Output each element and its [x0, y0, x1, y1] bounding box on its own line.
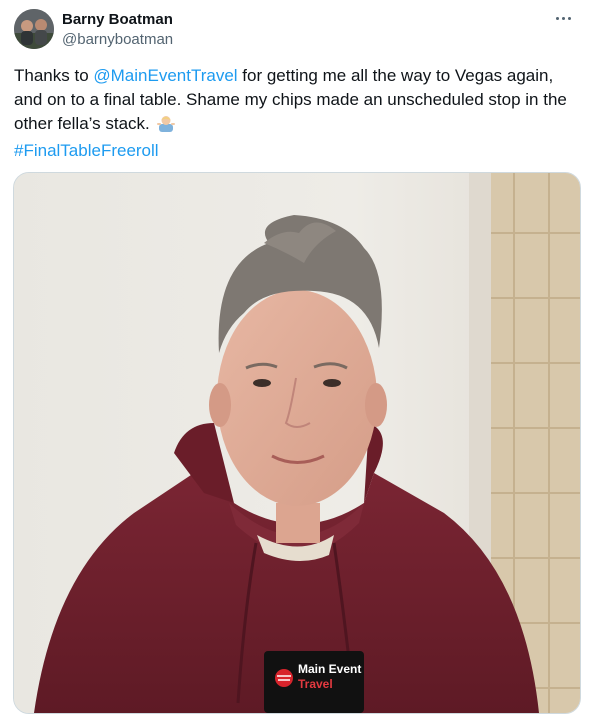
badge-logo-icon: [275, 669, 293, 687]
tweet-card: Barny Boatman @barnyboatman Thanks to @M…: [0, 0, 590, 714]
author-block: Barny Boatman @barnyboatman: [62, 10, 173, 49]
author-handle[interactable]: @barnyboatman: [62, 30, 173, 49]
avatar[interactable]: [14, 9, 54, 49]
tweet-text: Thanks to @MainEventTravel for getting m…: [14, 64, 579, 163]
badge-line-2: Travel: [298, 677, 333, 691]
man-shrugging-emoji-icon: [156, 114, 175, 139]
more-horizontal-icon: [555, 16, 559, 20]
more-dot: [561, 16, 565, 20]
tweet-photo[interactable]: Main Event Travel: [13, 172, 581, 714]
more-options-button[interactable]: [552, 10, 574, 26]
author-display-name[interactable]: Barny Boatman: [62, 10, 173, 29]
badge-line-1: Main Event: [298, 662, 361, 676]
more-dot: [567, 16, 571, 20]
tweet-text-part-1: Thanks to: [14, 66, 94, 85]
hashtag-link[interactable]: #FinalTableFreeroll: [14, 141, 159, 160]
mention-link[interactable]: @MainEventTravel: [93, 66, 237, 85]
